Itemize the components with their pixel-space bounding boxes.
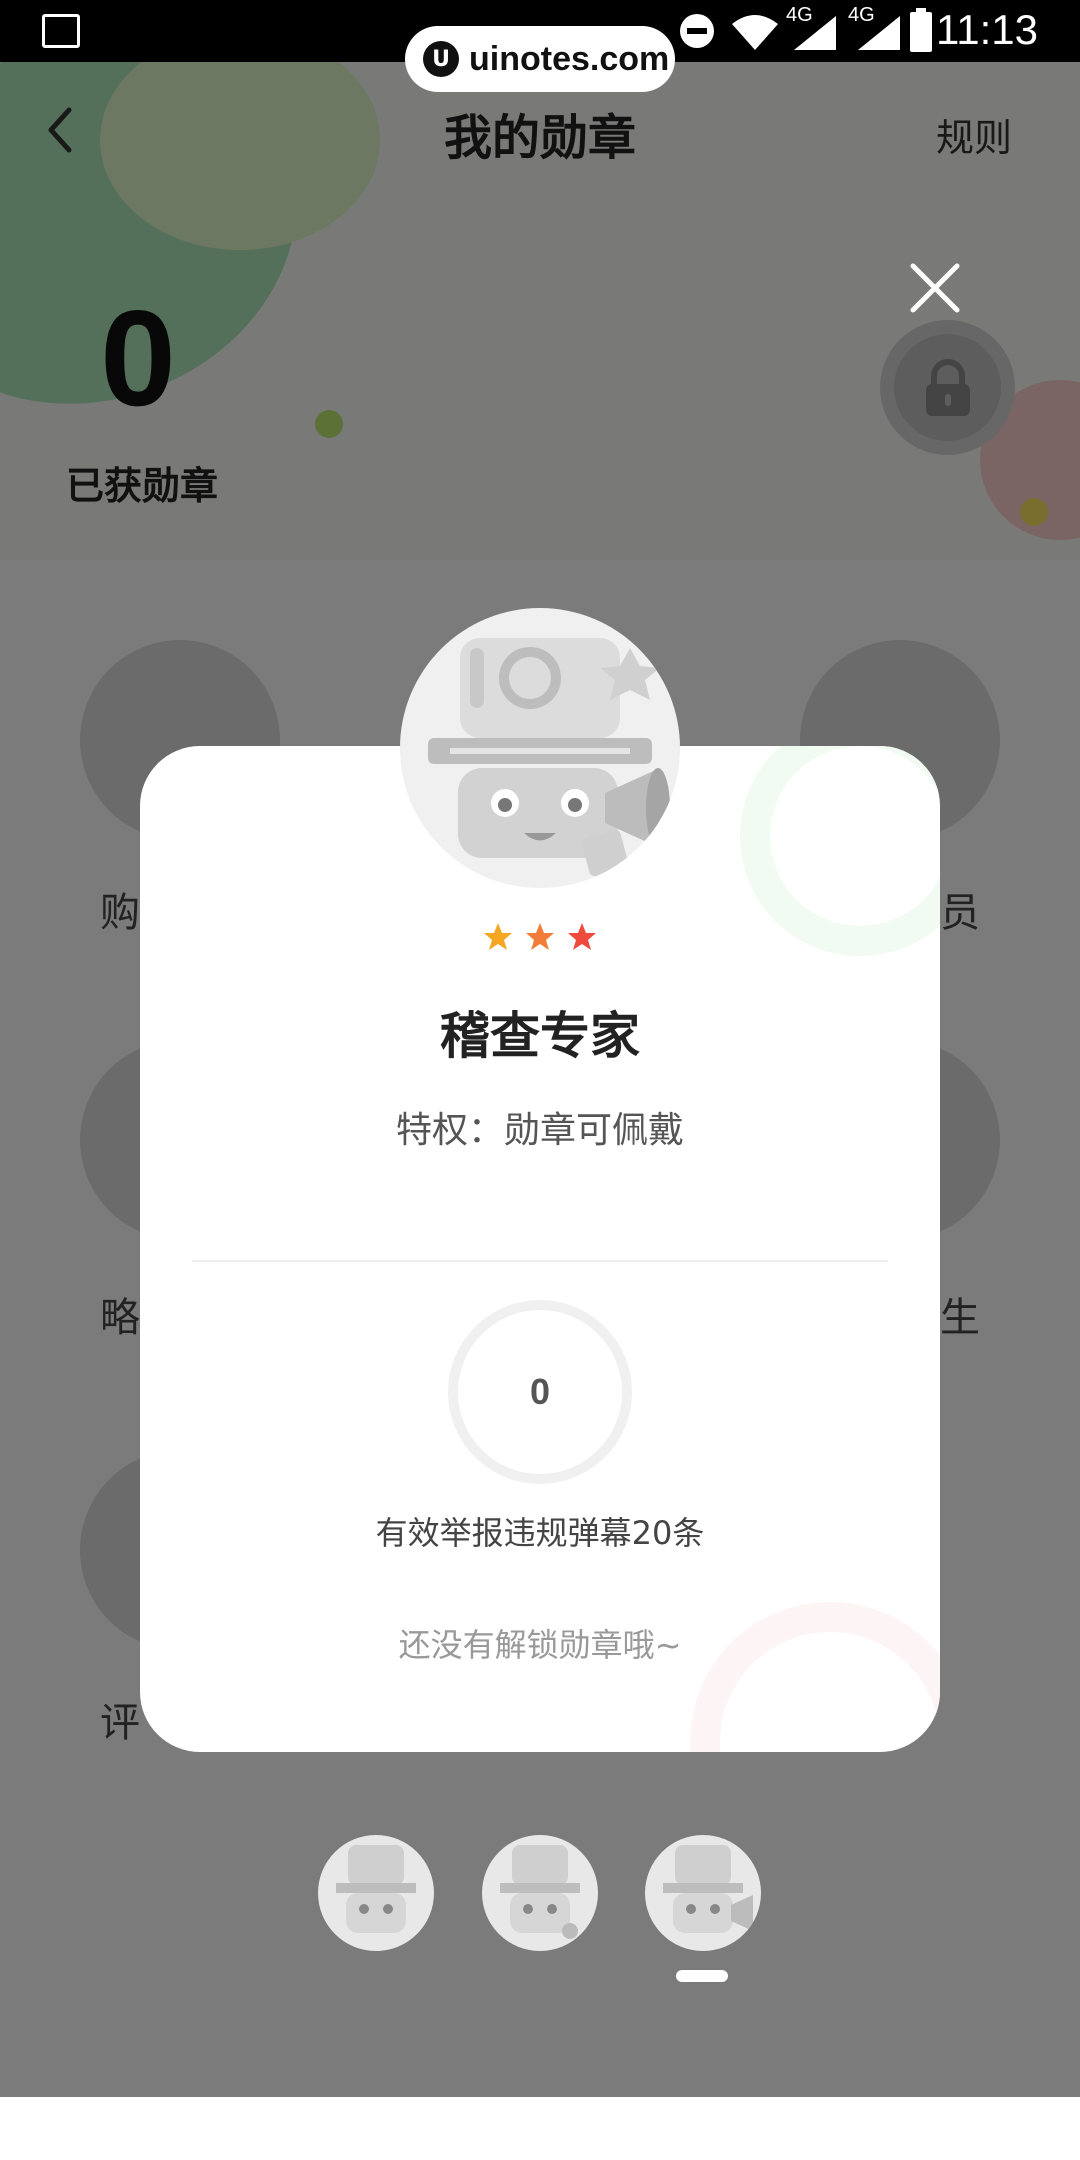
- dnd-icon: [680, 14, 714, 48]
- star-icon: [484, 923, 512, 950]
- star-icon: [568, 923, 596, 950]
- signal-icon: [858, 16, 900, 50]
- watermark: U uinotes.com: [405, 26, 675, 92]
- badge-thumb[interactable]: [318, 1835, 434, 1951]
- badge-privilege: 特权：勋章可佩戴: [395, 1110, 684, 1151]
- watermark-text: uinotes.com: [469, 39, 670, 78]
- badge-thumb[interactable]: [482, 1835, 598, 1951]
- battery-icon: [910, 8, 932, 52]
- badge-task: 有效举报违规弹幕20条: [375, 1514, 705, 1552]
- bottom-area: [0, 2097, 1080, 2160]
- image-icon: [42, 14, 80, 48]
- carousel-indicator: [676, 1970, 728, 1982]
- badge-title: 稽查专家: [440, 1007, 640, 1065]
- clock: 11:13: [936, 6, 1038, 53]
- star-rating: [140, 922, 940, 952]
- badge-detail-modal: 稽查专家 特权：勋章可佩戴 0 有效举报违规弹幕20条 还没有解锁勋章哦~: [140, 746, 940, 1752]
- signal-icon: [794, 16, 836, 50]
- divider: [192, 1260, 888, 1262]
- progress-ring: 0: [448, 1300, 632, 1484]
- badge-thumb-active[interactable]: [645, 1835, 761, 1951]
- close-icon[interactable]: [905, 258, 965, 318]
- inspector-badge-image: [400, 608, 680, 888]
- unlock-hint: 还没有解锁勋章哦~: [398, 1626, 682, 1664]
- uinotes-logo-icon: U: [423, 41, 459, 77]
- wifi-icon: [732, 15, 778, 50]
- progress-value: 0: [529, 1371, 551, 1412]
- star-icon: [526, 923, 554, 950]
